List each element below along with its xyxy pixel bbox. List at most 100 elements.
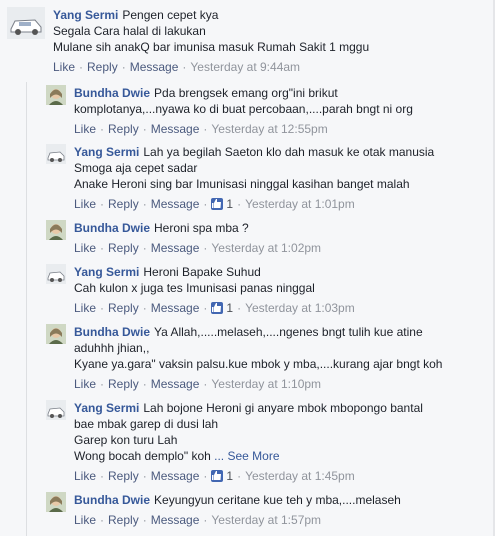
reply-button[interactable]: Reply (108, 300, 139, 316)
separator: · (142, 469, 147, 483)
comment-author[interactable]: Yang Sermi (74, 265, 139, 279)
separator: · (203, 122, 208, 136)
comment-text: Smoga aja cepet sadar (74, 161, 198, 175)
timestamp-link[interactable]: Yesterday at 9:44am (190, 59, 300, 75)
comment-body: Bundha Dwie Pda brengsek emang org"ini br… (74, 85, 413, 137)
timestamp-link[interactable]: Yesterday at 1:57pm (211, 512, 321, 528)
comment-thread: Yang Sermi Pengen cepet kya Segala Cara h… (0, 0, 495, 536)
separator: · (100, 197, 105, 211)
separator: · (237, 197, 242, 211)
car-avatar[interactable] (46, 400, 66, 420)
like-button[interactable]: Like (53, 59, 75, 75)
woman-avatar[interactable] (46, 85, 66, 105)
like-button[interactable]: Like (74, 196, 96, 212)
car-avatar[interactable] (7, 7, 45, 39)
timestamp-link[interactable]: Yesterday at 1:45pm (245, 468, 355, 484)
comment-text: Heroni spa mba ? (154, 221, 249, 235)
comment-author[interactable]: Yang Sermi (53, 8, 118, 22)
separator: · (203, 377, 208, 391)
separator: · (100, 301, 105, 315)
comment-author[interactable]: Yang Sermi (74, 145, 139, 159)
comment-text: Anake Heroni sing bar Imunisasi ninggal … (74, 177, 410, 191)
separator: · (100, 469, 105, 483)
separator: · (100, 241, 105, 255)
separator: · (203, 241, 208, 255)
woman-avatar[interactable] (46, 324, 66, 344)
comment-author[interactable]: Yang Sermi (74, 401, 139, 415)
reaction-count[interactable]: 1 (211, 300, 233, 316)
woman-avatar[interactable] (46, 492, 66, 512)
comment-text: Garep kon turu Lah (74, 433, 178, 447)
reply-button[interactable]: Reply (108, 240, 139, 256)
timestamp-link[interactable]: Yesterday at 1:10pm (211, 376, 321, 392)
comment-text: Segala Cara halal di lakukan (53, 24, 206, 38)
comment-text: Cah kulon x juga tes Imunisasi panas nin… (74, 281, 315, 295)
like-count: 1 (226, 301, 234, 315)
like-button[interactable]: Like (74, 512, 96, 528)
message-button[interactable]: Message (130, 59, 179, 75)
reply-button[interactable]: Reply (87, 59, 118, 75)
reply-comment: Bundha Dwie Heroni spa mba ? Like · Reply ·… (46, 220, 321, 256)
comment-body: Yang Sermi Heroni Bapake Suhud Cah kulon … (74, 264, 355, 316)
reaction-count[interactable]: 1 (211, 196, 233, 212)
comment-text: Mulane sih anakQ bar imunisa masuk Rumah… (53, 40, 370, 54)
separator: · (182, 60, 187, 74)
reply-button[interactable]: Reply (108, 512, 139, 528)
separator: · (142, 513, 147, 527)
message-button[interactable]: Message (151, 196, 200, 212)
woman-avatar[interactable] (46, 220, 66, 240)
see-more-link[interactable]: ... See More (214, 449, 279, 463)
car-avatar[interactable] (46, 144, 66, 164)
comment-text: Heroni Bapake Suhud (143, 265, 261, 279)
reply-button[interactable]: Reply (108, 468, 139, 484)
comment-actions: Like · Reply · Message · 1 · Yesterday at 1:… (74, 468, 423, 484)
like-button[interactable]: Like (74, 300, 96, 316)
reply-button[interactable]: Reply (108, 196, 139, 212)
separator: · (237, 301, 242, 315)
like-button[interactable]: Like (74, 468, 96, 484)
message-button[interactable]: Message (151, 300, 200, 316)
message-button[interactable]: Message (151, 376, 200, 392)
separator: · (203, 301, 208, 315)
comment-actions: Like · Reply · Message · 1 · Yesterday at 1:… (74, 300, 355, 316)
car-avatar[interactable] (46, 264, 66, 284)
comment-actions: Like · Reply · Message · Yesterday at 1:57p… (74, 512, 401, 528)
comment: Yang Sermi Pengen cepet kya Segala Cara h… (7, 7, 369, 75)
comment-text: aduhhh jhian,, (74, 341, 150, 355)
message-button[interactable]: Message (151, 512, 200, 528)
like-count: 1 (226, 197, 234, 211)
reply-button[interactable]: Reply (108, 121, 139, 137)
reply-comment: Yang Sermi Lah ya begilah Saeton klo dah … (46, 144, 434, 212)
like-button[interactable]: Like (74, 240, 96, 256)
timestamp-link[interactable]: Yesterday at 1:01pm (245, 196, 355, 212)
comment-text: Pengen cepet kya (122, 8, 219, 22)
comment-text: komplotanya,...nyawa ko di buat percobaa… (74, 102, 413, 116)
reply-comment: Bundha Dwie Keyungyun ceritane kue teh y … (46, 492, 401, 528)
comment-body: Yang Sermi Lah bojone Heroni gi anyare mb… (74, 400, 423, 484)
reply-comment: Yang Sermi Lah bojone Heroni gi anyare mb… (46, 400, 423, 484)
comment-body: Bundha Dwie Ya Allah,.....melaseh,....nge… (74, 324, 442, 392)
thumbs-up-icon (211, 302, 224, 314)
separator: · (100, 122, 105, 136)
separator: · (203, 469, 208, 483)
comment-text: Lah ya begilah Saeton klo dah masuk ke o… (143, 145, 435, 159)
timestamp-link[interactable]: Yesterday at 12:55pm (211, 121, 327, 137)
thumbs-up-icon (211, 470, 224, 482)
reaction-count[interactable]: 1 (211, 468, 233, 484)
message-button[interactable]: Message (151, 240, 200, 256)
separator: · (100, 513, 105, 527)
comment-author[interactable]: Bundha Dwie (74, 86, 150, 100)
reply-comment: Bundha Dwie Pda brengsek emang org"ini br… (46, 85, 413, 137)
timestamp-link[interactable]: Yesterday at 1:03pm (245, 300, 355, 316)
message-button[interactable]: Message (151, 121, 200, 137)
timestamp-link[interactable]: Yesterday at 1:02pm (211, 240, 321, 256)
message-button[interactable]: Message (151, 468, 200, 484)
like-button[interactable]: Like (74, 121, 96, 137)
comment-author[interactable]: Bundha Dwie (74, 221, 150, 235)
comment-author[interactable]: Bundha Dwie (74, 493, 150, 507)
comment-text: Kyane ya.gara" vaksin palsu.kue mbok y m… (74, 357, 443, 371)
comment-author[interactable]: Bundha Dwie (74, 325, 150, 339)
reply-button[interactable]: Reply (108, 376, 139, 392)
like-button[interactable]: Like (74, 376, 96, 392)
comment-text: Keyungyun ceritane kue teh y mba,....mel… (154, 493, 401, 507)
